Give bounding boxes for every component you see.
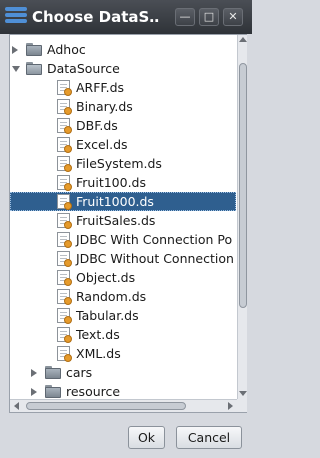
datasource-file-icon [57,80,72,96]
maximize-button[interactable]: □ [199,8,219,26]
tree-item-label: Excel.ds [76,137,128,152]
datasource-file-icon [57,308,72,324]
close-button[interactable]: ✕ [223,8,243,26]
tree-item-label: cars [66,365,93,380]
expand-arrow-down-icon[interactable] [12,66,20,72]
datasource-file-icon [57,327,72,343]
ok-button[interactable]: Ok [128,426,165,449]
tree-file-row[interactable]: FileSystem.ds [10,154,236,173]
tree-file-row[interactable]: Excel.ds [10,135,236,154]
vertical-scrollbar[interactable] [237,35,247,399]
datasource-tree[interactable]: Adhoc DataSource ARFF.ds Binary.ds DBF.ds Exc… [10,35,236,399]
cancel-button[interactable]: Cancel [176,426,242,449]
tree-file-row[interactable]: Fruit100.ds [10,173,236,192]
tree-file-row[interactable]: JDBC With Connection Po [10,230,236,249]
tree-file-row[interactable]: XML.ds [10,344,236,363]
tree-item-label: Text.ds [76,327,120,342]
tree-item-label: Adhoc [47,42,86,57]
tree-item-label: FileSystem.ds [76,156,162,171]
tree-file-row[interactable]: Tabular.ds [10,306,236,325]
minimize-button[interactable]: — [175,8,195,26]
tree-file-row[interactable]: Object.ds [10,268,236,287]
folder-icon [26,43,42,56]
datasource-file-icon [57,194,72,210]
datasource-file-icon [57,289,72,305]
datasource-file-icon [57,270,72,286]
tree-file-row[interactable]: JDBC Without Connection [10,249,236,268]
tree-file-row[interactable]: FruitSales.ds [10,211,236,230]
expand-arrow-right-icon[interactable] [12,46,18,54]
tree-item-label: XML.ds [76,346,121,361]
tree-folder-row[interactable]: Adhoc [10,40,236,59]
datasource-file-icon [57,251,72,267]
tree-item-label: DataSource [47,61,120,76]
vertical-scroll-thumb[interactable] [239,63,247,308]
tree-item-label: Object.ds [76,270,136,285]
tree-file-row[interactable]: Binary.ds [10,97,236,116]
folder-icon [45,385,61,398]
tree-item-label: DBF.ds [76,118,118,133]
tree-folder-row[interactable]: cars [10,363,236,382]
window-title: Choose DataS… [32,8,160,26]
datasource-file-icon [57,118,72,134]
tree-item-label: Fruit1000.ds [76,194,154,209]
scroll-right-arrow-icon[interactable] [228,402,233,410]
scroll-up-arrow-icon[interactable] [239,37,247,42]
datasource-file-icon [57,346,72,362]
scroll-left-arrow-icon[interactable] [14,402,19,410]
scroll-down-arrow-icon[interactable] [239,391,247,396]
horizontal-scrollbar[interactable] [10,399,237,412]
expand-arrow-right-icon[interactable] [31,388,37,396]
datasource-file-icon [57,213,72,229]
scrollbar-corner [237,399,247,412]
tree-item-label: resource [66,384,121,399]
datasource-file-icon [57,137,72,153]
datasource-file-icon [57,156,72,172]
tree-file-row[interactable]: Text.ds [10,325,236,344]
datasource-file-icon [57,232,72,248]
tree-item-label: Random.ds [76,289,147,304]
tree-file-row[interactable]: ARFF.ds [10,78,236,97]
tree-file-row[interactable]: DBF.ds [10,116,236,135]
horizontal-scroll-thumb[interactable] [26,402,186,410]
app-menu-icon[interactable] [5,7,27,27]
tree-file-row[interactable]: Random.ds [10,287,236,306]
tree-folder-row[interactable]: DataSource [10,59,236,78]
tree-folder-row[interactable]: resource [10,382,236,399]
tree-item-label: JDBC With Connection Po [76,232,233,247]
folder-icon [45,366,61,379]
tree-item-label: Binary.ds [76,99,133,114]
tree-item-label: Tabular.ds [76,308,139,323]
expand-arrow-right-icon[interactable] [31,369,37,377]
tree-item-label: ARFF.ds [76,80,125,95]
datasource-file-icon [57,175,72,191]
datasource-tree-panel: Adhoc DataSource ARFF.ds Binary.ds DBF.ds Exc… [9,34,247,413]
tree-file-row[interactable]: Fruit1000.ds [10,192,236,211]
tree-item-label: JDBC Without Connection [76,251,234,266]
title-bar[interactable]: Choose DataS… — □ ✕ [0,0,252,34]
folder-open-icon [26,62,42,75]
tree-item-label: FruitSales.ds [76,213,156,228]
tree-item-label: Fruit100.ds [76,175,146,190]
datasource-file-icon [57,99,72,115]
